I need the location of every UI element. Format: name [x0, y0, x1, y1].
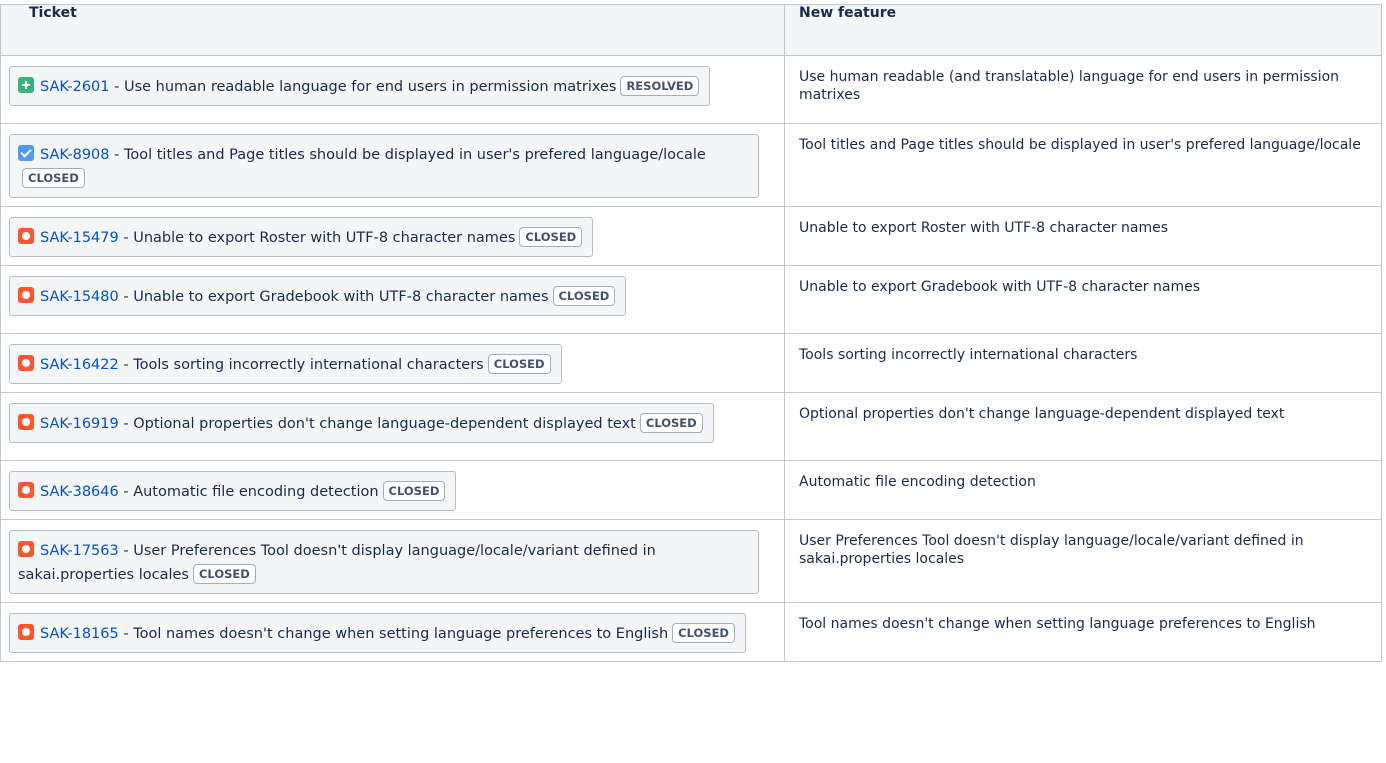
- ticket-cell: SAK-38646 - Automatic file encoding dete…: [0, 460, 785, 520]
- bug-icon: [18, 287, 34, 303]
- issue-key-link[interactable]: SAK-16422: [40, 357, 119, 373]
- jira-issue-macro: SAK-18165 - Tool names doesn't change wh…: [9, 613, 746, 653]
- feature-cell: Unable to export Roster with UTF-8 chara…: [784, 206, 1382, 266]
- issue-key-link[interactable]: SAK-38646: [40, 484, 119, 500]
- plus-icon: [18, 77, 34, 93]
- jira-issue-macro: SAK-15480 - Unable to export Gradebook w…: [9, 276, 627, 316]
- issue-key-link[interactable]: SAK-15480: [40, 289, 119, 305]
- issue-summary: Tool names doesn't change when setting l…: [133, 626, 669, 642]
- issue-separator: -: [118, 543, 134, 559]
- issue-key-link[interactable]: SAK-2601: [40, 79, 110, 95]
- column-header-ticket: Ticket: [0, 4, 785, 56]
- table-header-row: Ticket New feature: [0, 4, 1382, 56]
- table-row: SAK-17563 - User Preferences Tool doesn'…: [0, 519, 1382, 603]
- status-badge: CLOSED: [519, 227, 583, 247]
- table-row: SAK-38646 - Automatic file encoding dete…: [0, 460, 1382, 520]
- ticket-cell: SAK-15479 - Unable to export Roster with…: [0, 206, 785, 266]
- table-row: SAK-15479 - Unable to export Roster with…: [0, 206, 1382, 266]
- ticket-cell: SAK-8908 - Tool titles and Page titles s…: [0, 123, 785, 207]
- status-badge: CLOSED: [639, 413, 703, 433]
- issue-separator: -: [118, 416, 134, 432]
- table-row: SAK-8908 - Tool titles and Page titles s…: [0, 123, 1382, 207]
- status-badge: CLOSED: [487, 354, 551, 374]
- issue-key-link[interactable]: SAK-18165: [40, 626, 119, 642]
- feature-cell: Tool names doesn't change when setting l…: [784, 602, 1382, 662]
- bug-icon: [18, 541, 34, 557]
- status-badge: CLOSED: [382, 481, 446, 501]
- issue-summary: Unable to export Gradebook with UTF-8 ch…: [133, 289, 549, 305]
- check-icon: [18, 145, 34, 161]
- issue-summary: Use human readable language for end user…: [123, 79, 617, 95]
- status-badge: RESOLVED: [620, 76, 700, 96]
- ticket-cell: SAK-2601 - Use human readable language f…: [0, 55, 785, 124]
- table-row: SAK-15480 - Unable to export Gradebook w…: [0, 265, 1382, 334]
- jira-issue-macro: SAK-2601 - Use human readable language f…: [9, 66, 711, 106]
- bug-icon: [18, 482, 34, 498]
- feature-cell: Optional properties don't change languag…: [784, 392, 1382, 461]
- issue-separator: -: [118, 230, 134, 246]
- feature-cell: Unable to export Gradebook with UTF-8 ch…: [784, 265, 1382, 334]
- issue-key-link[interactable]: SAK-15479: [40, 230, 119, 246]
- bug-icon: [18, 624, 34, 640]
- status-badge: CLOSED: [22, 168, 85, 188]
- ticket-cell: SAK-15480 - Unable to export Gradebook w…: [0, 265, 785, 334]
- bug-icon: [18, 228, 34, 244]
- status-badge: CLOSED: [552, 286, 616, 306]
- issue-separator: -: [118, 484, 134, 500]
- ticket-cell: SAK-16919 - Optional properties don't ch…: [0, 392, 785, 461]
- feature-cell: Use human readable (and translatable) la…: [784, 55, 1382, 124]
- feature-cell: Tool titles and Page titles should be di…: [784, 123, 1382, 207]
- ticket-table-container: Ticket New feature SAK-2601 - Use human …: [0, 4, 1386, 662]
- issue-separator: -: [118, 289, 134, 305]
- issue-summary: Tool titles and Page titles should be di…: [123, 147, 706, 163]
- status-badge: CLOSED: [192, 564, 256, 584]
- bug-icon: [18, 414, 34, 430]
- table-row: SAK-2601 - Use human readable language f…: [0, 55, 1382, 124]
- issue-summary: Automatic file encoding detection: [133, 484, 379, 500]
- bug-icon: [18, 355, 34, 371]
- ticket-cell: SAK-18165 - Tool names doesn't change wh…: [0, 602, 785, 662]
- jira-issue-macro: SAK-15479 - Unable to export Roster with…: [9, 217, 594, 257]
- issue-separator: -: [118, 626, 134, 642]
- ticket-table: Ticket New feature SAK-2601 - Use human …: [0, 4, 1382, 662]
- feature-cell: User Preferences Tool doesn't display la…: [784, 519, 1382, 603]
- jira-issue-macro: SAK-38646 - Automatic file encoding dete…: [9, 471, 457, 511]
- ticket-cell: SAK-16422 - Tools sorting incorrectly in…: [0, 333, 785, 393]
- column-header-new-feature: New feature: [784, 4, 1382, 56]
- ticket-cell: SAK-17563 - User Preferences Tool doesn'…: [0, 519, 785, 603]
- issue-summary: Optional properties don't change languag…: [133, 416, 636, 432]
- issue-separator: -: [109, 147, 124, 163]
- feature-cell: Tools sorting incorrectly international …: [784, 333, 1382, 393]
- feature-cell: Automatic file encoding detection: [784, 460, 1382, 520]
- issue-summary: Tools sorting incorrectly international …: [133, 357, 484, 373]
- table-row: SAK-16422 - Tools sorting incorrectly in…: [0, 333, 1382, 393]
- issue-key-link[interactable]: SAK-17563: [40, 543, 119, 559]
- jira-issue-macro: SAK-8908 - Tool titles and Page titles s…: [9, 134, 759, 198]
- table-row: SAK-18165 - Tool names doesn't change wh…: [0, 602, 1382, 662]
- table-row: SAK-16919 - Optional properties don't ch…: [0, 392, 1382, 461]
- jira-issue-macro: SAK-16422 - Tools sorting incorrectly in…: [9, 344, 562, 384]
- status-badge: CLOSED: [672, 623, 735, 643]
- issue-separator: -: [118, 357, 134, 373]
- jira-issue-macro: SAK-17563 - User Preferences Tool doesn'…: [9, 530, 759, 594]
- issue-key-link[interactable]: SAK-8908: [40, 147, 110, 163]
- jira-issue-macro: SAK-16919 - Optional properties don't ch…: [9, 403, 714, 443]
- issue-separator: -: [109, 79, 124, 95]
- issue-key-link[interactable]: SAK-16919: [40, 416, 119, 432]
- issue-summary: Unable to export Roster with UTF-8 chara…: [133, 230, 516, 246]
